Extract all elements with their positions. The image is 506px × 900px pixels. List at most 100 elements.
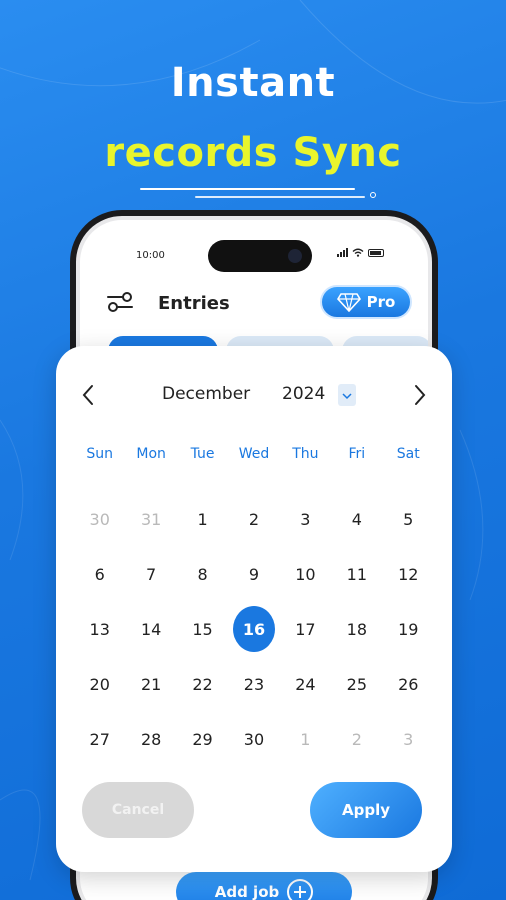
calendar-day[interactable]: 20	[74, 661, 125, 707]
signal-icon	[337, 248, 348, 257]
weekday-label: Thu	[292, 446, 319, 462]
day-number: 1	[300, 729, 311, 749]
calendar-week-row: 30 31 1 2 3 4 5	[74, 496, 434, 551]
day-number: 10	[295, 564, 316, 584]
apply-button[interactable]: Apply	[310, 782, 422, 838]
calendar-day[interactable]: 18	[331, 606, 382, 652]
calendar-day[interactable]: 23	[228, 661, 279, 707]
day-number: 15	[192, 619, 213, 639]
headline-underline	[140, 188, 355, 190]
calendar-day[interactable]: 17	[280, 606, 331, 652]
month-label[interactable]: December	[162, 384, 250, 404]
status-time: 10:00	[136, 250, 165, 261]
day-number: 9	[248, 564, 260, 584]
headline-line-2: records Sync	[104, 130, 402, 176]
calendar-day[interactable]: 12	[383, 551, 434, 597]
calendar-day[interactable]: 25	[331, 661, 382, 707]
calendar-day[interactable]: 27	[74, 716, 125, 762]
calendar-day[interactable]: 26	[383, 661, 434, 707]
calendar-day[interactable]: 2	[331, 716, 382, 762]
calendar-day-selected[interactable]: 16	[228, 606, 279, 652]
calendar-day[interactable]: 15	[177, 606, 228, 652]
day-number: 19	[398, 619, 419, 639]
calendar-day[interactable]: 2	[228, 496, 279, 542]
calendar-day[interactable]: 1	[280, 716, 331, 762]
filter-icon[interactable]	[106, 290, 134, 314]
day-number: 26	[398, 674, 419, 694]
calendar-week-row: 6 7 8 9 10 11 12	[74, 551, 434, 606]
pro-upgrade-button[interactable]: Pro	[320, 285, 412, 319]
headline-line-1: Instant	[170, 60, 336, 106]
pro-label: Pro	[366, 293, 396, 311]
day-number: 28	[140, 729, 162, 749]
cancel-button[interactable]: Cancel	[82, 782, 194, 838]
day-number: 29	[192, 729, 213, 749]
calendar-day[interactable]: 4	[331, 496, 382, 542]
calendar-day[interactable]: 1	[177, 496, 228, 542]
day-number: 5	[403, 509, 414, 529]
calendar-week-row: 13 14 15 16 17 18 19	[74, 606, 434, 661]
calendar-day[interactable]: 3	[280, 496, 331, 542]
day-number: 20	[89, 674, 110, 694]
chevron-left-icon[interactable]	[80, 384, 96, 406]
day-number: 18	[346, 619, 367, 639]
add-job-button[interactable]: Add job	[176, 872, 352, 900]
day-number: 17	[295, 619, 316, 639]
headline-underline-dot	[370, 192, 376, 198]
calendar-week-row: 27 28 29 30 1 2 3	[74, 716, 434, 771]
status-icons	[337, 248, 384, 257]
day-number: 3	[300, 509, 311, 529]
day-number: 24	[295, 674, 316, 694]
chevron-right-icon[interactable]	[412, 384, 428, 406]
calendar-day[interactable]: 6	[74, 551, 125, 597]
day-number: 11	[346, 564, 367, 584]
day-number: 6	[94, 564, 105, 584]
day-number: 30	[89, 509, 110, 529]
calendar-day[interactable]: 3	[383, 716, 434, 762]
chevron-down-icon[interactable]	[338, 384, 356, 406]
calendar-day[interactable]: 10	[280, 551, 331, 597]
calendar-day[interactable]: 7	[125, 551, 176, 597]
headline-underline-secondary	[195, 196, 365, 198]
calendar-day[interactable]: 22	[177, 661, 228, 707]
calendar-day[interactable]: 29	[177, 716, 228, 762]
battery-icon	[368, 249, 384, 257]
weekday-label: Wed	[238, 446, 270, 462]
calendar-day[interactable]: 24	[280, 661, 331, 707]
calendar-day[interactable]: 5	[383, 496, 434, 542]
plus-icon	[287, 879, 314, 900]
calendar-day[interactable]: 9	[228, 551, 279, 597]
dynamic-island	[208, 240, 312, 272]
calendar-day[interactable]: 21	[125, 661, 176, 707]
day-number: 1	[197, 509, 208, 529]
day-number: 25	[346, 674, 367, 694]
day-number: 13	[89, 619, 110, 639]
day-number: 22	[192, 674, 213, 694]
calendar-day[interactable]: 14	[125, 606, 176, 652]
calendar-day[interactable]: 13	[74, 606, 125, 652]
day-number: 30	[243, 729, 265, 749]
day-number: 23	[243, 674, 265, 694]
camera-icon	[288, 249, 302, 263]
weekday-label: Fri	[348, 446, 366, 462]
day-number: 7	[146, 564, 157, 584]
page-title: Entries	[158, 293, 230, 314]
weekday-label: Sun	[86, 446, 114, 462]
day-number: 27	[89, 729, 110, 749]
calendar-day[interactable]: 31	[125, 496, 176, 542]
day-number: 3	[403, 729, 414, 749]
day-number: 21	[140, 674, 162, 694]
calendar-day[interactable]: 11	[331, 551, 382, 597]
weekday-label: Tue	[190, 446, 215, 462]
day-number: 12	[398, 564, 419, 584]
weekday-label: Sat	[396, 446, 420, 462]
day-number: 2	[248, 509, 260, 529]
calendar-day[interactable]: 30	[228, 716, 279, 762]
calendar-day[interactable]: 19	[383, 606, 434, 652]
calendar-day[interactable]: 8	[177, 551, 228, 597]
year-label[interactable]: 2024	[282, 384, 325, 404]
calendar-day[interactable]: 30	[74, 496, 125, 542]
calendar-day[interactable]: 28	[125, 716, 176, 762]
day-number: 8	[197, 564, 208, 584]
date-picker-dialog: December 2024 Sun Mon Tue Wed Thu Fri Sa…	[56, 346, 452, 872]
